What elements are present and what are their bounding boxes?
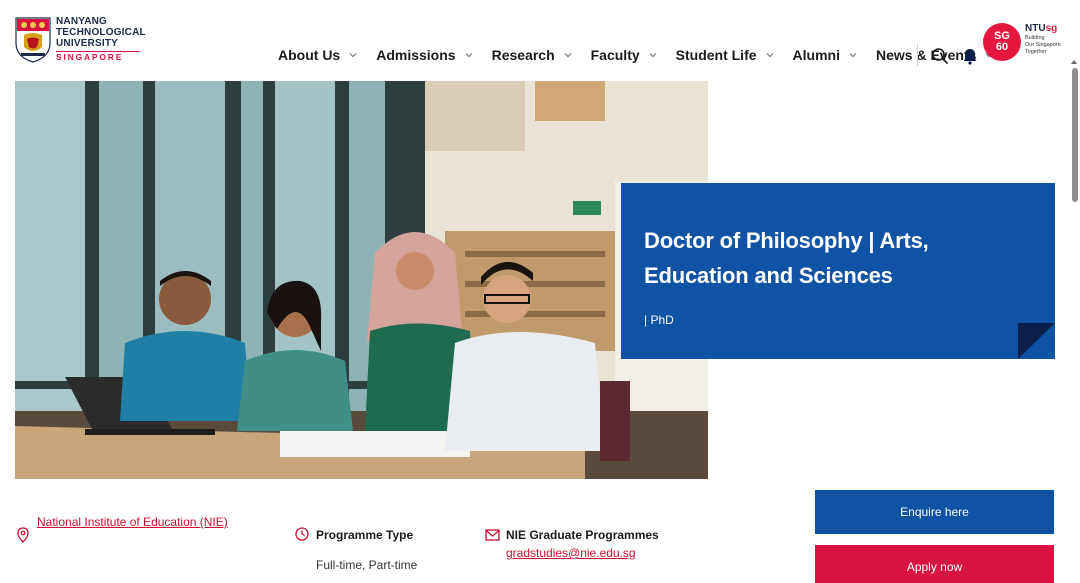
programme-type-label: Programme Type — [316, 528, 414, 542]
location-link[interactable]: National Institute of Education (NIE) — [37, 515, 228, 529]
bell-icon[interactable] — [962, 47, 978, 65]
chevron-down-icon — [564, 53, 572, 58]
nav-item-label: About Us — [278, 47, 341, 63]
sg60-badge-line-2: 60 — [995, 41, 1009, 53]
clock-icon — [295, 527, 309, 541]
nav-item-about-us[interactable]: About Us — [278, 47, 358, 63]
chevron-down-icon — [766, 53, 773, 58]
contact-label: NIE Graduate Programmes — [506, 528, 659, 542]
ntu-crest-icon — [15, 17, 51, 63]
ntusg-tagline-2: Our Singapore — [1025, 42, 1061, 48]
contact-email-link[interactable]: gradstudies@nie.edu.sg — [506, 546, 636, 560]
scroll-up-arrow-icon[interactable] — [1071, 60, 1077, 64]
enquire-button[interactable]: Enquire here — [815, 490, 1054, 534]
chevron-down-icon — [849, 53, 857, 58]
page-scrollbar[interactable] — [1068, 30, 1080, 583]
nav-item-label: Admissions — [376, 47, 456, 63]
programme-type-value: Full-time, Part-time — [316, 558, 418, 572]
nav-item-alumni[interactable]: Alumni — [793, 47, 858, 63]
ntu-logo[interactable]: NANYANG TECHNOLOGICAL UNIVERSITY SINGAPO… — [15, 17, 146, 63]
scroll-thumb[interactable] — [1072, 68, 1078, 202]
ntusg-wordmark: NTUsg — [1025, 24, 1061, 34]
search-icon[interactable] — [931, 47, 949, 65]
main-nav: About Us Admissions Research Faculty Stu… — [278, 46, 1012, 64]
nav-item-research[interactable]: Research — [492, 47, 573, 63]
nav-item-label: Faculty — [590, 47, 640, 63]
ntusg-tagline-3: Together — [1025, 49, 1047, 55]
mail-icon — [485, 529, 500, 541]
apply-button[interactable]: Apply now — [815, 545, 1054, 583]
sg60-badge[interactable]: SG 60 — [983, 23, 1021, 61]
ntu-wordmark: NANYANG TECHNOLOGICAL UNIVERSITY SINGAPO… — [56, 17, 146, 62]
card-corner-decoration — [1018, 323, 1055, 359]
map-pin-icon — [17, 527, 29, 543]
nav-item-admissions[interactable]: Admissions — [376, 47, 473, 63]
programme-title: Doctor of Philosophy | Arts, Education a… — [644, 228, 929, 288]
nav-item-label: Student Life — [675, 47, 757, 63]
logo-line-3: UNIVERSITY — [56, 38, 119, 49]
chevron-down-icon — [465, 53, 473, 58]
nav-item-label: Alumni — [792, 47, 840, 63]
nav-item-faculty[interactable]: Faculty — [591, 47, 658, 63]
enquire-button-label: Enquire here — [900, 505, 969, 519]
nav-item-student-life[interactable]: Student Life — [676, 47, 775, 63]
nav-divider — [917, 44, 918, 66]
ntusg-suffix: sg — [1045, 23, 1058, 34]
ntusg-tagline-1: Building — [1025, 35, 1045, 41]
logo-line-4: SINGAPORE — [56, 51, 140, 62]
ntusg-prefix: NTU — [1025, 23, 1046, 34]
nav-item-label: Research — [491, 47, 555, 63]
hero-image — [15, 81, 708, 479]
page: NANYANG TECHNOLOGICAL UNIVERSITY SINGAPO… — [0, 0, 1080, 583]
apply-button-label: Apply now — [906, 560, 963, 574]
programme-title-card: Doctor of Philosophy | Arts, Education a… — [621, 183, 1055, 359]
chevron-down-icon — [649, 53, 657, 58]
ntusg-branding: NTUsg Building Our Singapore Together — [1025, 24, 1061, 56]
logo-line-1: NANYANG — [56, 16, 108, 27]
chevron-down-icon — [349, 53, 357, 58]
logo-line-2: TECHNOLOGICAL — [56, 27, 146, 38]
programme-subtitle: | PhD — [644, 313, 674, 327]
